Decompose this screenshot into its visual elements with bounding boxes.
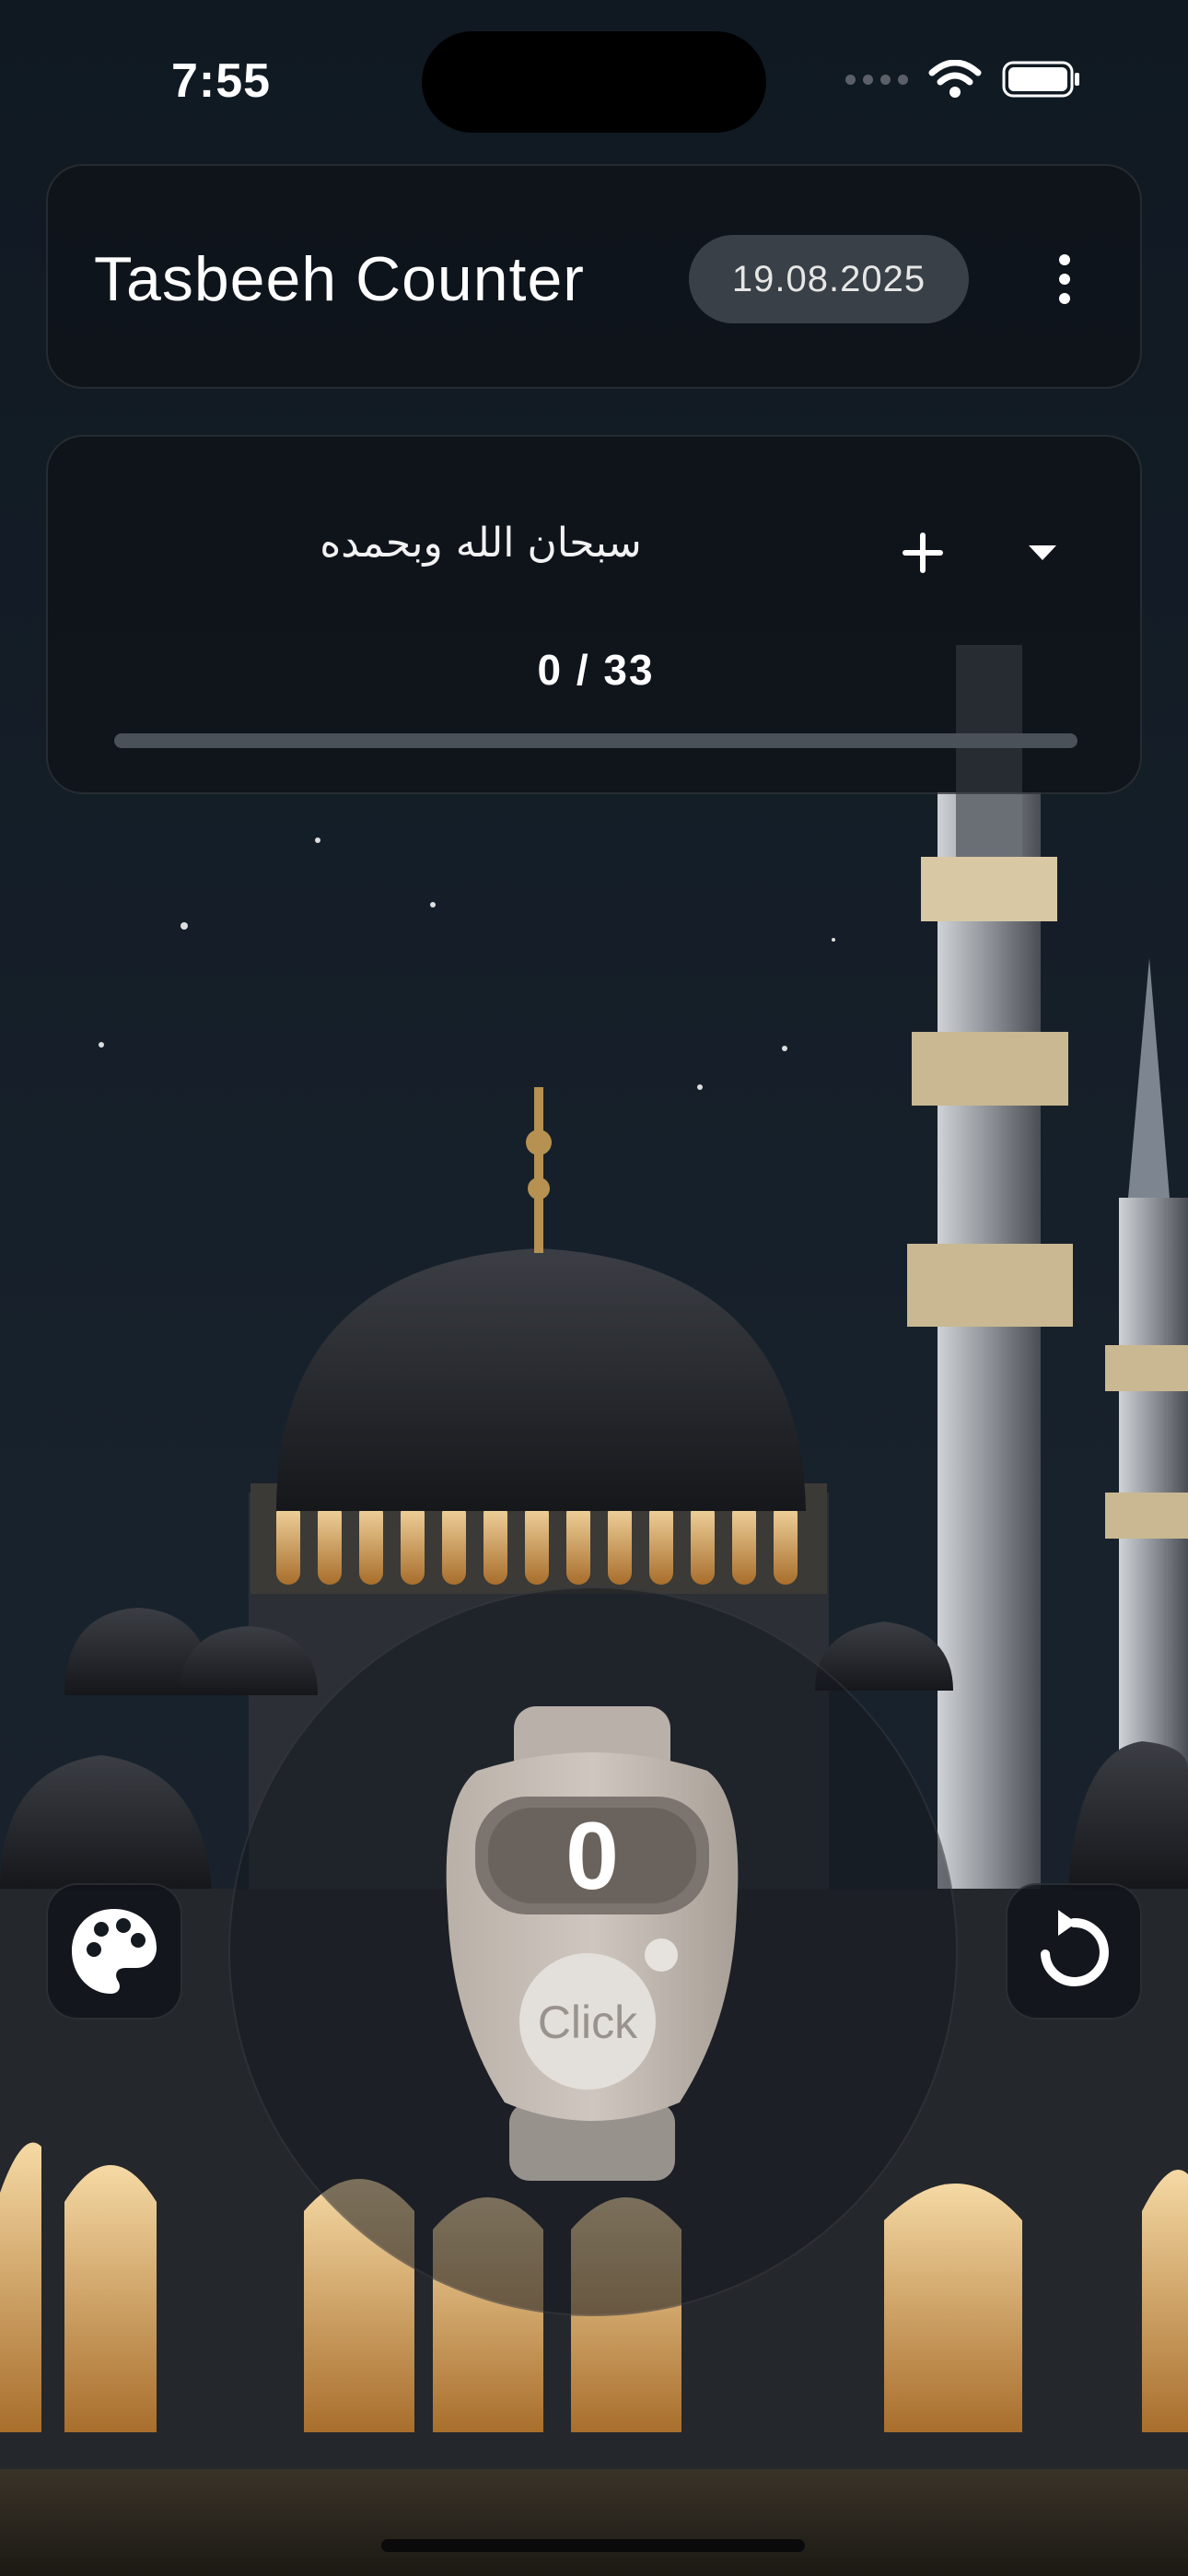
dhikr-dropdown-button[interactable] [987, 498, 1098, 608]
reset-button[interactable] [1006, 1883, 1142, 2020]
home-indicator [381, 2539, 805, 2552]
status-time: 7:55 [171, 54, 272, 108]
palette-icon [72, 1909, 157, 1994]
dhikr-card: سبحان الله وبحمده 0 / 33 [46, 435, 1142, 794]
date-badge[interactable]: 19.08.2025 [689, 235, 969, 323]
reset-icon [1041, 1910, 1109, 1986]
count-display: 0 [565, 1803, 619, 1910]
progress-bar [114, 733, 1077, 748]
add-dhikr-button[interactable] [868, 498, 978, 608]
tally-counter-device[interactable]: 0 Click [440, 1706, 744, 2181]
battery-icon [1002, 61, 1079, 98]
device-reset-knob[interactable] [645, 1938, 678, 1972]
more-vertical-icon [1059, 254, 1070, 265]
signal-dots [845, 74, 908, 85]
header-card: Tasbeeh Counter 19.08.2025 [46, 164, 1142, 389]
click-button-label: Click [538, 1996, 638, 2048]
theme-button[interactable] [46, 1883, 182, 2020]
status-icons [845, 60, 1081, 98]
app-title: Tasbeeh Counter [94, 244, 585, 314]
progress-text: 0 / 33 [537, 646, 655, 694]
dhikr-text: سبحان الله وبحمده [320, 520, 642, 567]
dynamic-island [422, 31, 766, 133]
wifi-icon [928, 60, 982, 98]
caret-down-icon [1029, 545, 1056, 560]
more-options-button[interactable] [1028, 242, 1101, 316]
plus-icon [903, 533, 943, 573]
